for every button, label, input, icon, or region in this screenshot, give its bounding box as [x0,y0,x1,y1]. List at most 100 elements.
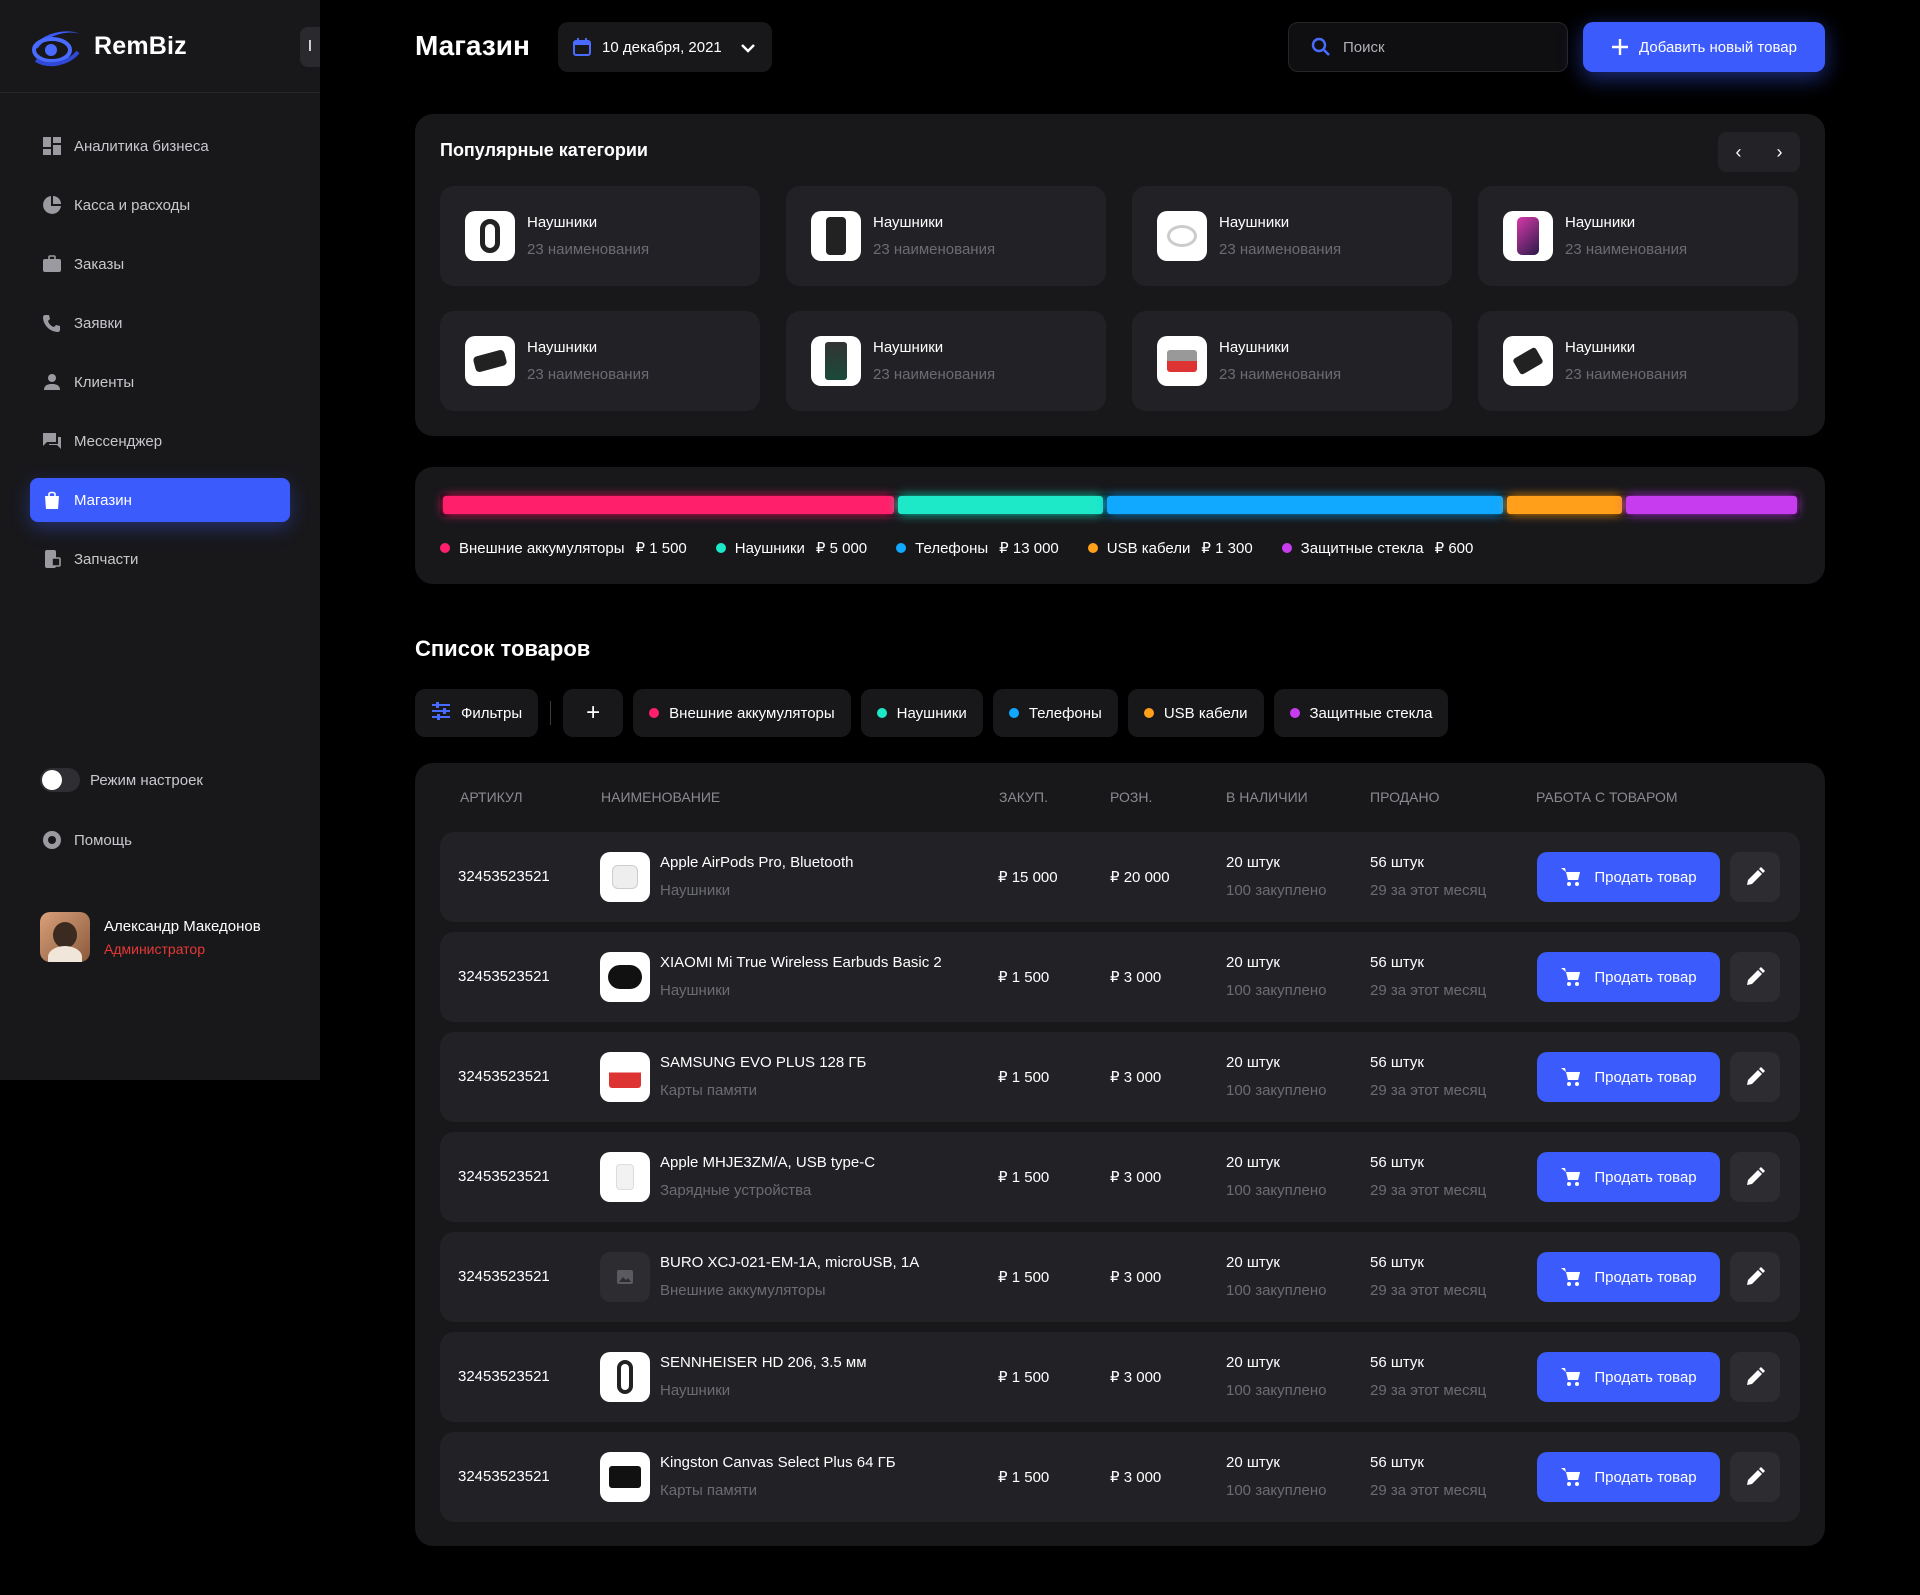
category-card[interactable]: Наушники 23 наименования [1478,311,1798,411]
stock-count: 20 штук [1226,1154,1280,1171]
filter-chip-headphones[interactable]: Наушники [860,689,983,737]
product-name[interactable]: Kingston Canvas Select Plus 64 ГБ [660,1454,896,1471]
sell-product-button[interactable]: Продать товар [1537,1352,1720,1402]
table-row[interactable]: 32453523521 Apple AirPods Pro, Bluetooth… [440,832,1800,922]
category-card[interactable]: Наушники 23 наименования [786,186,1106,286]
filters-button[interactable]: Фильтры [415,689,539,737]
sidebar-collapse-button[interactable]: I [300,27,320,67]
logo[interactable]: RemBiz [28,24,187,68]
sidebar-item-label: Запчасти [74,550,139,568]
product-name[interactable]: XIAOMI Mi True Wireless Earbuds Basic 2 [660,954,942,971]
sold-count: 56 штук [1370,1154,1424,1171]
sell-label: Продать товар [1594,1068,1697,1086]
column-header-sold[interactable]: Продано [1370,789,1440,805]
date-picker[interactable]: 10 декабря, 2021 [558,22,772,72]
sell-product-button[interactable]: Продать товар [1537,1052,1720,1102]
settings-mode-toggle[interactable] [40,768,80,792]
settings-mode-row[interactable]: Режим настроек [40,768,203,792]
product-name[interactable]: Apple MHJE3ZM/A, USB type-C [660,1154,875,1171]
sell-product-button[interactable]: Продать товар [1537,1152,1720,1202]
add-filter-button[interactable]: + [563,689,624,737]
sidebar-item-shop[interactable]: Магазин [30,478,290,522]
user-profile[interactable]: Александр Македонов Администратор [40,912,261,962]
legend-label: USB кабели [1106,539,1191,557]
legend-item: USB кабели ₽ 1 300 [1087,539,1253,557]
sidebar-item-label: Заказы [74,255,125,273]
sidebar-item-requests[interactable]: Заявки [30,301,290,345]
category-card[interactable]: Наушники 23 наименования [1478,186,1798,286]
category-card[interactable]: Наушники 23 наименования [1132,186,1452,286]
column-header-name[interactable]: Наименование [601,789,720,805]
sell-product-button[interactable]: Продать товар [1537,952,1720,1002]
shopping-bag-icon [42,490,62,510]
product-name[interactable]: BURO XCJ-021-EM-1A, microUSB, 1A [660,1254,919,1271]
column-header-retail-price[interactable]: Розн. [1110,789,1152,805]
article-number: 32453523521 [458,1068,550,1085]
legend-item: Внешние аккумуляторы ₽ 1 500 [440,539,687,557]
category-card[interactable]: Наушники 23 наименования [440,186,760,286]
edit-product-button[interactable] [1730,1052,1780,1102]
legend-value: ₽ 5 000 [815,540,868,557]
sold-count: 56 штук [1370,1454,1424,1471]
screen-protector-icon [811,336,861,386]
column-header-in-stock[interactable]: В наличии [1226,789,1308,805]
category-name: Наушники [1565,339,1636,356]
sidebar-item-cashbox[interactable]: Касса и расходы [30,183,290,227]
edit-product-button[interactable] [1730,952,1780,1002]
table-row[interactable]: 32453523521 Kingston Canvas Select Plus … [440,1432,1800,1522]
article-number: 32453523521 [458,1368,550,1385]
help-link[interactable]: Помощь [42,830,132,850]
category-count: 23 наименования [527,366,650,383]
add-product-button[interactable]: Добавить новый товар [1583,22,1825,72]
edit-product-button[interactable] [1730,1152,1780,1202]
sell-product-button[interactable]: Продать товар [1537,1252,1720,1302]
filters-label: Фильтры [461,704,523,722]
article-number: 32453523521 [458,868,550,885]
chip-dot [1008,708,1019,718]
edit-product-button[interactable] [1730,852,1780,902]
sold-this-month: 29 за этот месяц [1370,1382,1487,1399]
sales-segment-usb-cables [1506,496,1622,514]
sidebar-item-orders[interactable]: Заказы [30,242,290,286]
edit-product-button[interactable] [1730,1252,1780,1302]
table-row[interactable]: 32453523521 XIAOMI Mi True Wireless Earb… [440,932,1800,1022]
table-row[interactable]: 32453523521 BURO XCJ-021-EM-1A, microUSB… [440,1232,1800,1322]
sell-label: Продать товар [1594,868,1697,886]
buy-price: ₽ 1 500 [998,1069,1050,1086]
table-row[interactable]: 32453523521 SAMSUNG EVO PLUS 128 ГБ Карт… [440,1032,1800,1122]
category-card[interactable]: Наушники 23 наименования [440,311,760,411]
table-row[interactable]: 32453523521 SENNHEISER HD 206, 3.5 мм На… [440,1332,1800,1422]
buy-price: ₽ 1 500 [998,1169,1050,1186]
edit-product-button[interactable] [1730,1352,1780,1402]
sidebar-item-parts[interactable]: Запчасти [30,537,290,581]
product-name[interactable]: Apple AirPods Pro, Bluetooth [660,854,853,871]
purchased-count: 100 закуплено [1226,982,1327,999]
stock-count: 20 штук [1226,854,1280,871]
sidebar-item-clients[interactable]: Клиенты [30,360,290,404]
chip-label: Наушники [896,704,967,722]
sell-product-button[interactable]: Продать товар [1537,1452,1720,1502]
search-input[interactable] [1343,38,1543,56]
edit-product-button[interactable] [1730,1452,1780,1502]
sidebar-item-analytics[interactable]: Аналитика бизнеса [30,124,290,168]
plus-icon [1612,39,1629,55]
product-name[interactable]: SENNHEISER HD 206, 3.5 мм [660,1354,867,1371]
filter-chip-screen-protectors[interactable]: Защитные стекла [1273,689,1449,737]
category-card[interactable]: Наушники 23 наименования [786,311,1106,411]
category-count: 23 наименования [1565,366,1688,383]
chevron-left-icon[interactable]: ‹ [1736,142,1742,163]
filter-chip-usb-cables[interactable]: USB кабели [1127,689,1264,737]
table-row[interactable]: 32453523521 Apple MHJE3ZM/A, USB type-C … [440,1132,1800,1222]
sell-product-button[interactable]: Продать товар [1537,852,1720,902]
product-name[interactable]: SAMSUNG EVO PLUS 128 ГБ [660,1054,866,1071]
category-card[interactable]: Наушники 23 наименования [1132,311,1452,411]
column-header-article[interactable]: Артикул [460,789,523,805]
sidebar-item-messenger[interactable]: Мессенджер [30,419,290,463]
pie-chart-icon [42,195,62,215]
search-box[interactable] [1288,22,1568,72]
chevron-right-icon[interactable]: › [1777,142,1783,163]
filter-chip-power-banks[interactable]: Внешние аккумуляторы [633,689,851,737]
retail-price: ₽ 3 000 [1110,969,1162,986]
column-header-buy-price[interactable]: Закуп. [999,789,1048,805]
filter-chip-phones[interactable]: Телефоны [992,689,1118,737]
